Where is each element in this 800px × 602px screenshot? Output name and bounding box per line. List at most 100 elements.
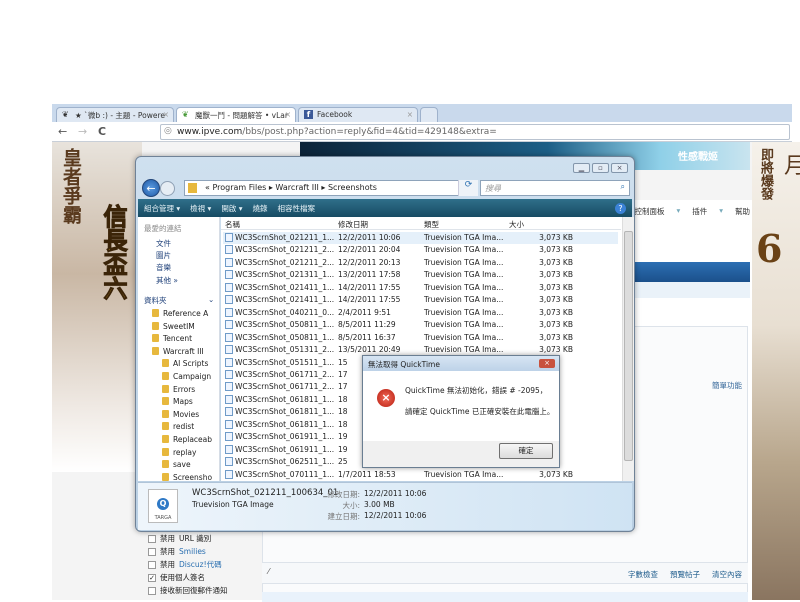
maximize-button[interactable]: ▫ [592, 163, 609, 173]
scrollbar-thumb[interactable] [624, 231, 633, 461]
folder-item[interactable]: Warcraft III [152, 347, 218, 356]
file-row[interactable]: WC3ScrnShot_021211_1... 12/2/2011 10:06 Tr… [223, 232, 618, 244]
file-name: WC3ScrnShot_062511_1... [235, 457, 335, 467]
tga-file-icon [225, 245, 233, 255]
breadcrumb-screenshots[interactable]: Screenshots [328, 183, 377, 192]
folder-item[interactable]: Tencent [152, 334, 218, 343]
folder-item[interactable]: Movies [162, 410, 218, 419]
folder-item[interactable]: redist [162, 422, 218, 431]
right-banner-ad[interactable]: 即將爆發 6 月 [752, 142, 800, 600]
checkbox[interactable] [148, 547, 156, 556]
compatibility-files-button[interactable]: 相容性檔案 [277, 203, 315, 214]
breadcrumb-warcraft[interactable]: Warcraft III [275, 183, 318, 192]
folder-item[interactable]: SweetIM [152, 322, 218, 331]
option-disable-discuz[interactable]: 禁用 Discuz!代碼 [148, 559, 222, 570]
folder-item[interactable]: Campaign [162, 372, 218, 381]
checkbox[interactable] [148, 586, 156, 595]
column-name[interactable]: 名稱 [225, 219, 240, 230]
open-button[interactable]: 開啟 ▾ [221, 203, 242, 214]
folder-item[interactable]: replay [162, 448, 218, 457]
help-icon[interactable]: ? [615, 202, 626, 214]
file-row[interactable]: WC3ScrnShot_050811_1... 8/5/2011 11:29 Tru… [223, 319, 618, 331]
burn-button[interactable]: 燒錄 [252, 203, 267, 214]
search-input[interactable]: 搜尋 ⌕ [480, 180, 630, 196]
resize-icon[interactable]: ⁄ [268, 567, 269, 576]
file-row[interactable]: WC3ScrnShot_021211_2... 12/2/2011 20:04 Tr… [223, 244, 618, 256]
folder-item[interactable]: Screensho [162, 473, 218, 482]
tga-file-icon [225, 382, 233, 392]
clear-button[interactable]: 清空內容 [712, 569, 742, 580]
file-row[interactable]: WC3ScrnShot_021411_1... 14/2/2011 17:55 Tr… [223, 282, 618, 294]
menu-control-panel[interactable]: 控制面板 [634, 206, 664, 222]
organize-button[interactable]: 組合管理 ▾ [144, 203, 180, 214]
file-row[interactable]: WC3ScrnShot_021311_1... 13/2/2011 17:58 Tr… [223, 269, 618, 281]
targa-file-icon: Q TARGA [148, 489, 178, 523]
preview-button[interactable]: 預覽帖子 [670, 569, 700, 580]
file-name: WC3ScrnShot_061711_2... [235, 369, 335, 379]
file-row[interactable]: WC3ScrnShot_021211_2... 12/2/2011 20:13 Tr… [223, 257, 618, 269]
file-row[interactable]: WC3ScrnShot_040211_0... 2/4/2011 9:51 True… [223, 307, 618, 319]
column-date[interactable]: 修改日期 [338, 219, 368, 230]
close-button[interactable]: × [611, 163, 628, 173]
file-name: WC3ScrnShot_021311_1... [235, 270, 335, 280]
menu-plugins[interactable]: 插件 [692, 206, 707, 222]
file-row[interactable]: WC3ScrnShot_050811_1... 8/5/2011 16:37 Tru… [223, 332, 618, 344]
file-row[interactable]: WC3ScrnShot_070111_1... 1/7/2011 18:53 Tru… [223, 469, 618, 481]
chevron-down-icon[interactable]: ⌄ [208, 295, 214, 304]
back-icon[interactable]: ← [58, 125, 67, 138]
option-disable-url[interactable]: 禁用 URL 識別 [148, 533, 211, 544]
forward-button[interactable] [160, 181, 175, 196]
fav-pictures[interactable]: 圖片 [156, 250, 171, 261]
checkbox-checked[interactable]: ✓ [148, 573, 156, 582]
scrollbar[interactable] [622, 217, 634, 481]
menu-help[interactable]: 幫助 [735, 206, 750, 222]
checkbox[interactable] [148, 534, 156, 543]
folder-item[interactable]: Reference A [152, 309, 218, 318]
file-size: 3,073 KB [539, 332, 573, 342]
left-banner-ad[interactable]: 皇者爭霸 信長盃六 [52, 142, 142, 472]
simple-mode-link[interactable]: 簡單功能 [712, 380, 742, 391]
file-row[interactable]: WC3ScrnShot_021411_1... 14/2/2011 17:55 Tr… [223, 294, 618, 306]
ok-button[interactable]: 確定 [499, 443, 553, 459]
refresh-icon[interactable]: ⟳ [458, 180, 478, 196]
folder-item[interactable]: Errors [162, 385, 218, 394]
folder-item[interactable]: Maps [162, 397, 218, 406]
reload-icon[interactable]: C [98, 125, 106, 138]
file-name: WC3ScrnShot_050811_1... [235, 320, 335, 330]
views-button[interactable]: 檢視 ▾ [190, 203, 211, 214]
minimize-button[interactable]: ▁ [573, 163, 590, 173]
fav-documents[interactable]: 文件 [156, 238, 171, 249]
fav-more[interactable]: 其他 » [156, 275, 178, 286]
close-tab-icon[interactable]: × [285, 110, 291, 119]
back-button[interactable]: ← [142, 179, 160, 197]
column-size[interactable]: 大小 [509, 219, 524, 230]
column-type[interactable]: 類型 [424, 219, 439, 230]
breadcrumb-program-files[interactable]: Program Files [212, 183, 266, 192]
option-use-signature[interactable]: ✓ 使用個人簽名 [148, 572, 205, 583]
forward-icon[interactable]: → [78, 125, 87, 138]
checkbox[interactable] [148, 560, 156, 569]
option-disable-smilies[interactable]: 禁用 Smilies [148, 546, 206, 557]
file-type: Truevision TGA Ima... [424, 282, 504, 292]
close-tab-icon[interactable]: × [407, 110, 413, 119]
fav-music[interactable]: 音樂 [156, 262, 171, 273]
close-icon[interactable]: × [539, 359, 555, 368]
file-size: 3,073 KB [539, 295, 573, 305]
new-tab-button[interactable] [420, 107, 438, 122]
tab-facebook[interactable]: f Facebook × [298, 107, 418, 122]
breadcrumb[interactable]: « Program Files ▸ Warcraft III ▸ Screens… [184, 180, 478, 196]
folder-item[interactable]: AI Scripts [162, 359, 218, 368]
file-date: 18 [338, 407, 348, 417]
file-size: 3,073 KB [539, 345, 573, 355]
url-input[interactable]: ◎ www.ipve.com/bbs/post.php?action=reply&… [160, 124, 790, 140]
word-count-button[interactable]: 字數檢查 [628, 569, 658, 580]
folder-item[interactable]: Replaceab [162, 435, 218, 444]
file-name: WC3ScrnShot_021411_1... [235, 295, 335, 305]
folders-header[interactable]: 資料夾 [144, 295, 167, 306]
close-tab-icon[interactable]: × [163, 110, 169, 119]
option-email-notify[interactable]: 接收新回復郵件通知 [148, 585, 228, 596]
folder-item[interactable]: save [162, 460, 218, 469]
tab-vlan[interactable]: ❦ 魔獸一鬥 - 問題解答 • vLar × [176, 107, 296, 122]
quicktime-error-dialog: 無法取得 QuickTime × × QuickTime 無法初始化，錯誤 # … [362, 355, 560, 468]
tab-powered[interactable]: ❦ ★ `微b :) - 主題 - Powere × [56, 107, 174, 122]
